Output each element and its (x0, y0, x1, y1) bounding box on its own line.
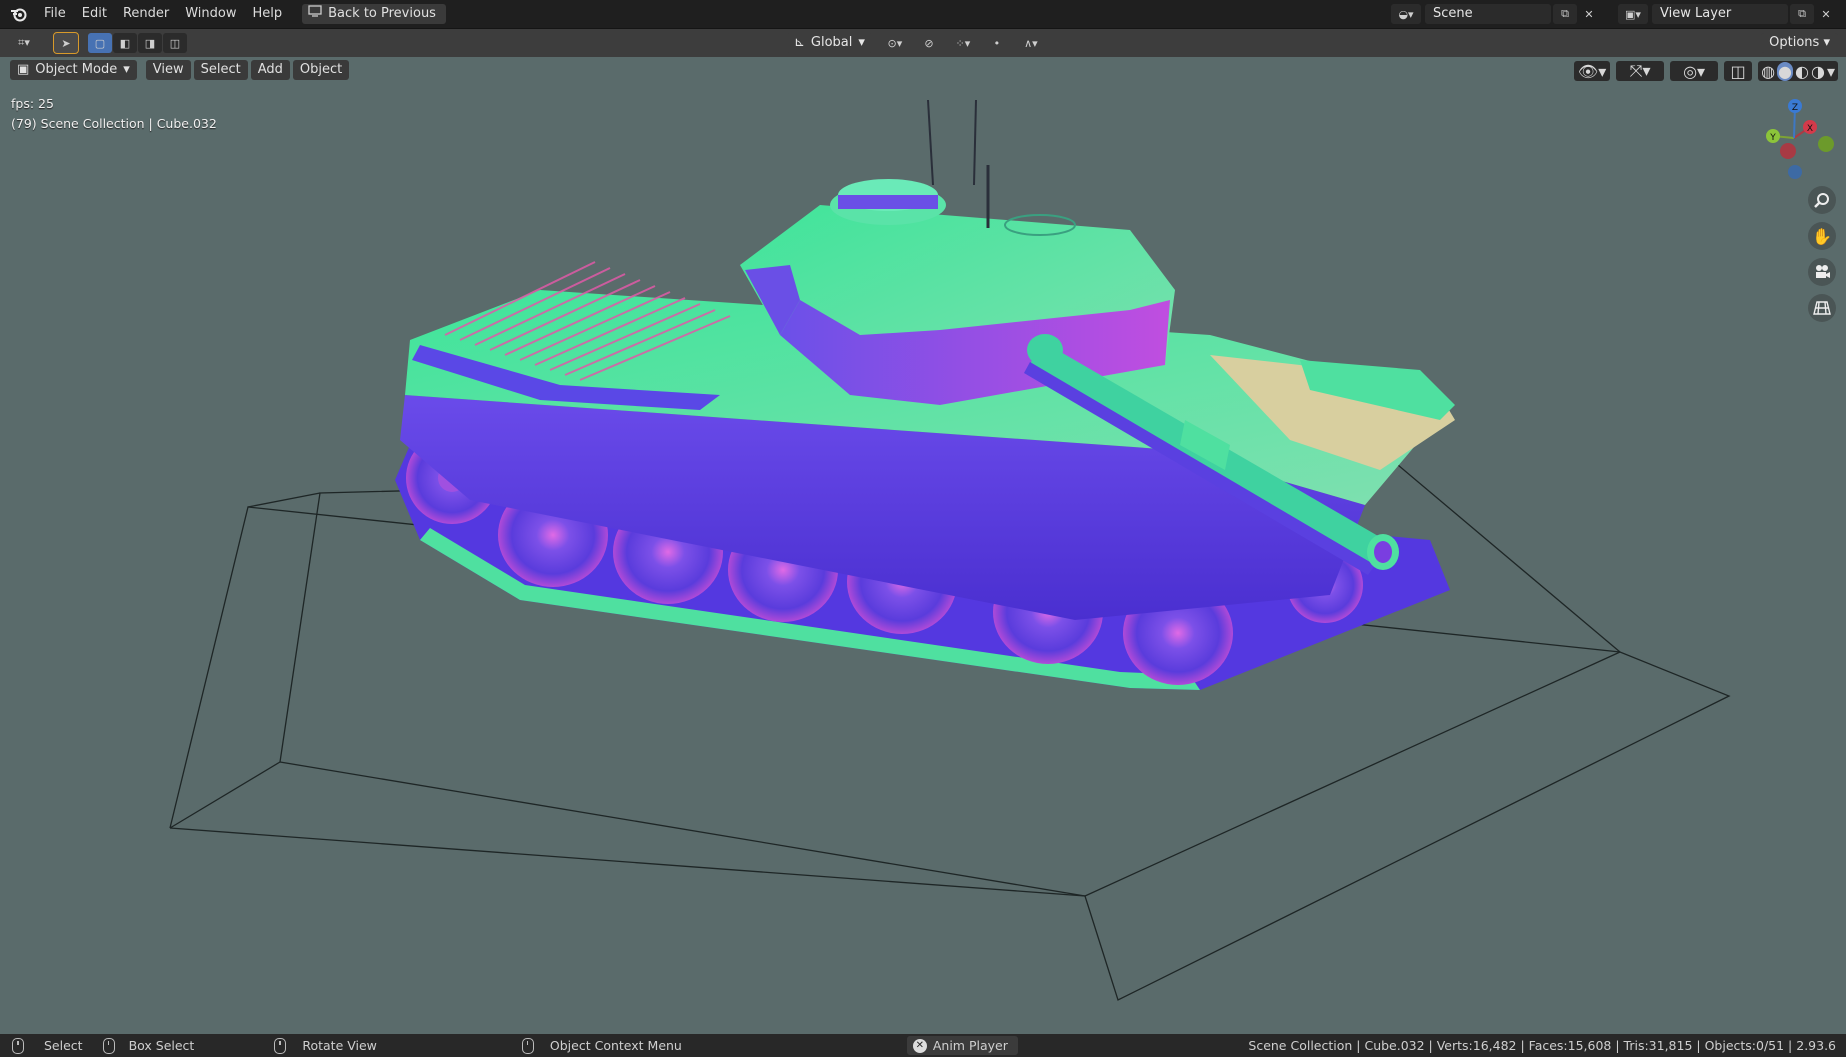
mouse-right-icon (521, 1037, 534, 1054)
wireframe-shading-icon[interactable]: ◍ (1761, 62, 1775, 81)
scene-statistics: Scene Collection | Cube.032 | Verts:16,4… (1248, 1038, 1836, 1053)
camera-view-icon[interactable] (1808, 258, 1836, 286)
new-view-layer-icon[interactable]: ⧉ (1790, 4, 1814, 24)
mode-dropdown[interactable]: ▣ Object Mode ▾ (10, 60, 137, 80)
menu-render[interactable]: Render (115, 3, 177, 25)
visibility-icon[interactable]: 👁▾ (1574, 61, 1611, 81)
viewport-scene[interactable] (0, 0, 1846, 1057)
select-menu[interactable]: Select (193, 60, 248, 80)
orientation-icon: ⊾ (794, 35, 805, 50)
transform-orientation-label: Global (810, 35, 853, 50)
back-to-previous-label: Back to Previous (328, 6, 436, 21)
menu-window[interactable]: Window (177, 3, 244, 25)
tank-model (395, 99, 1455, 690)
options-dropdown[interactable]: Options ▾ (1761, 33, 1838, 53)
status-bar: Select Box Select Rotate View Object Con… (0, 1034, 1846, 1057)
menu-edit[interactable]: Edit (74, 3, 115, 25)
mode-intersect-icon[interactable]: ◫ (163, 33, 187, 53)
mouse-left-icon (12, 1037, 24, 1054)
view-layer-type-icon[interactable]: ▣▾ (1618, 4, 1648, 24)
blender-logo-icon[interactable] (8, 3, 30, 25)
mouse-middle-icon (274, 1037, 287, 1054)
mode-label: Object Mode (35, 62, 118, 77)
viewport-display-controls: 👁▾ ⤧▾ ◎▾ ◫ ◍ ● ◐ ◑ ▾ (1574, 61, 1838, 81)
snap-target-icon[interactable]: ⁘▾ (947, 33, 979, 53)
snap-icon[interactable]: ⊘ (917, 33, 941, 53)
object-menu[interactable]: Object (292, 60, 350, 80)
axis-x-label: X (1807, 124, 1813, 134)
fps-readout: fps: 25 (11, 96, 54, 111)
view-menu[interactable]: View (145, 60, 191, 80)
collection-info: (79) Scene Collection | Cube.032 (11, 116, 217, 131)
viewport-header: ▣ Object Mode ▾ View Select Add Object (0, 57, 1846, 83)
mode-extend-icon[interactable]: ◧ (113, 33, 137, 53)
selection-mode-group: ▢ ◧ ◨ ◫ (88, 33, 187, 53)
status-context-menu-label: Object Context Menu (549, 1038, 682, 1053)
chevron-down-icon: ▾ (123, 62, 130, 77)
select-tool-icon[interactable]: ➤ (53, 32, 79, 54)
object-mode-icon: ▣ (17, 62, 30, 77)
proportional-edit-icon[interactable]: • (985, 33, 1009, 53)
add-menu[interactable]: Add (250, 60, 290, 80)
shading-options-icon[interactable]: ▾ (1827, 62, 1835, 81)
navigation-gizmo[interactable]: X Y Z (1754, 96, 1834, 182)
chevron-down-icon: ▾ (858, 35, 865, 50)
transform-orientation-dropdown[interactable]: ⊾ Global ▾ (786, 33, 873, 53)
zoom-icon[interactable] (1808, 186, 1836, 214)
menu-help[interactable]: Help (245, 3, 291, 25)
engine-grille (444, 261, 731, 381)
axis-z-label: Z (1792, 103, 1798, 113)
mouse-drag-icon (102, 1037, 115, 1054)
options-label: Options (1769, 35, 1820, 50)
status-context-menu: Object Context Menu (521, 1037, 682, 1054)
rendered-shading-icon[interactable]: ◑ (1811, 62, 1825, 81)
top-bar: File Edit Render Window Help Back to Pre… (0, 0, 1846, 29)
anim-player-label: Anim Player (932, 1038, 1008, 1053)
view-layer-selector: ▣▾ View Layer ⧉ ✕ (1618, 3, 1838, 25)
menu-file[interactable]: File (36, 3, 74, 25)
overlay-toggle-icon[interactable]: ◎▾ (1670, 61, 1719, 81)
perspective-grid-icon[interactable] (1808, 294, 1836, 322)
screen-icon (308, 4, 322, 24)
mode-set-icon[interactable]: ▢ (88, 33, 112, 53)
solid-shading-icon[interactable]: ● (1777, 61, 1794, 81)
pivot-point-icon[interactable]: ⊙▾ (879, 33, 911, 53)
gizmo-toggle-icon[interactable]: ⤧▾ (1616, 61, 1665, 81)
scene-name-field[interactable]: Scene (1425, 4, 1551, 24)
status-select-label: Select (44, 1038, 83, 1053)
xray-icon[interactable]: ◫ (1724, 61, 1753, 81)
shading-mode-group: ◍ ● ◐ ◑ ▾ (1758, 61, 1838, 81)
falloff-icon[interactable]: ∧▾ (1015, 33, 1047, 53)
editor-type-icon[interactable]: ⌗▾ (8, 33, 40, 53)
scene-selector: ◒▾ Scene ⧉ ✕ (1391, 3, 1601, 25)
view-layer-field[interactable]: View Layer (1652, 4, 1788, 24)
viewport-nav-buttons: ✋ (1808, 186, 1836, 322)
status-box-select: Box Select (102, 1037, 195, 1054)
close-icon[interactable]: ✕ (912, 1038, 927, 1053)
status-box-select-label: Box Select (128, 1038, 195, 1053)
back-to-previous-button[interactable]: Back to Previous (302, 4, 446, 24)
anim-player-indicator[interactable]: ✕ Anim Player (906, 1036, 1018, 1055)
material-shading-icon[interactable]: ◐ (1795, 62, 1809, 81)
delete-view-layer-icon[interactable]: ✕ (1814, 4, 1838, 24)
tool-settings-bar: ⌗▾ ➤ ▢ ◧ ◨ ◫ ⊾ Global ▾ ⊙▾ ⊘ ⁘▾ • ∧▾ Opt… (0, 29, 1846, 57)
scene-type-icon[interactable]: ◒▾ (1391, 4, 1421, 24)
transform-controls: ⊾ Global ▾ ⊙▾ ⊘ ⁘▾ • ∧▾ (786, 33, 1047, 53)
mode-subtract-icon[interactable]: ◨ (138, 33, 162, 53)
delete-scene-icon[interactable]: ✕ (1577, 4, 1601, 24)
road-wheels (406, 432, 1363, 685)
axis-y-label: Y (1769, 133, 1776, 143)
status-rotate-view: Rotate View (274, 1037, 377, 1054)
status-rotate-view-label: Rotate View (302, 1038, 377, 1053)
status-select: Select (12, 1037, 83, 1054)
ground-plane-wireframe (169, 464, 1731, 1001)
pan-hand-icon[interactable]: ✋ (1808, 222, 1836, 250)
new-scene-icon[interactable]: ⧉ (1553, 4, 1577, 24)
